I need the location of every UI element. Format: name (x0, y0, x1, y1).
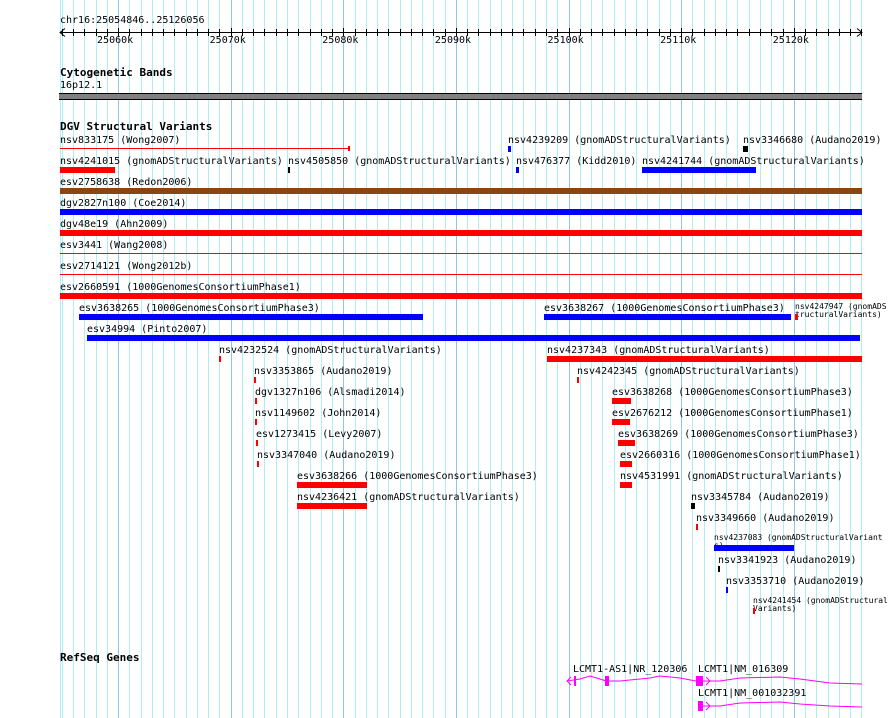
gene-exon (605, 676, 609, 686)
gene-exon (574, 676, 576, 686)
gene-intron-line (703, 701, 863, 708)
gene-intron-line (703, 676, 863, 685)
gene-exon (698, 701, 703, 711)
gene-exon (696, 676, 703, 686)
gene-intron-line (566, 675, 697, 682)
gene-models[interactable] (0, 0, 890, 718)
